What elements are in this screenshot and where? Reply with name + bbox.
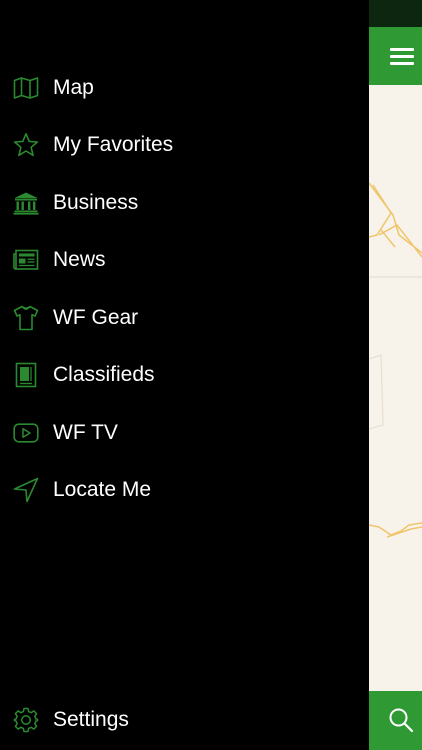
map-icon	[13, 75, 39, 101]
menu-item-map[interactable]: Map	[0, 64, 369, 112]
gear-icon	[13, 707, 39, 733]
menu-item-wf-tv[interactable]: WF TV	[0, 409, 369, 457]
menu-label-locate-me: Locate Me	[53, 478, 152, 501]
hamburger-icon[interactable]	[390, 46, 414, 66]
play-icon	[13, 420, 39, 446]
menu-item-classifieds[interactable]: Classifieds	[0, 351, 369, 399]
map-roads	[369, 182, 422, 538]
newspaper-icon	[13, 247, 39, 273]
shirt-icon	[13, 305, 39, 331]
search-icon[interactable]	[387, 706, 415, 734]
menu-label-map: Map	[53, 76, 94, 99]
menu-label-news: News	[53, 248, 106, 271]
map-bottom-bar	[369, 691, 422, 750]
star-icon	[13, 132, 39, 158]
menu-label-wf-tv: WF TV	[53, 421, 118, 444]
document-icon	[13, 362, 39, 388]
menu-item-news[interactable]: News	[0, 236, 369, 284]
menu-label-settings: Settings	[53, 708, 129, 731]
app-screen: Map My Favorites Business News WF Gear C…	[0, 0, 422, 750]
location-arrow-icon	[13, 477, 39, 503]
menu-item-favorites[interactable]: My Favorites	[0, 121, 369, 169]
menu-item-locate-me[interactable]: Locate Me	[0, 466, 369, 514]
status-bar	[369, 0, 422, 27]
menu-label-favorites: My Favorites	[53, 133, 174, 156]
menu-label-business: Business	[53, 191, 139, 214]
map-canvas[interactable]	[369, 85, 422, 691]
menu-label-classifieds: Classifieds	[53, 363, 155, 386]
menu-item-business[interactable]: Business	[0, 179, 369, 227]
bank-icon	[13, 190, 39, 216]
menu-item-wf-gear[interactable]: WF Gear	[0, 294, 369, 342]
map-top-bar	[369, 27, 422, 85]
menu-label-wf-gear: WF Gear	[53, 306, 139, 329]
menu-item-settings[interactable]: Settings	[0, 696, 369, 744]
side-drawer: Map My Favorites Business News WF Gear C…	[0, 0, 369, 750]
map-panel	[369, 0, 422, 750]
